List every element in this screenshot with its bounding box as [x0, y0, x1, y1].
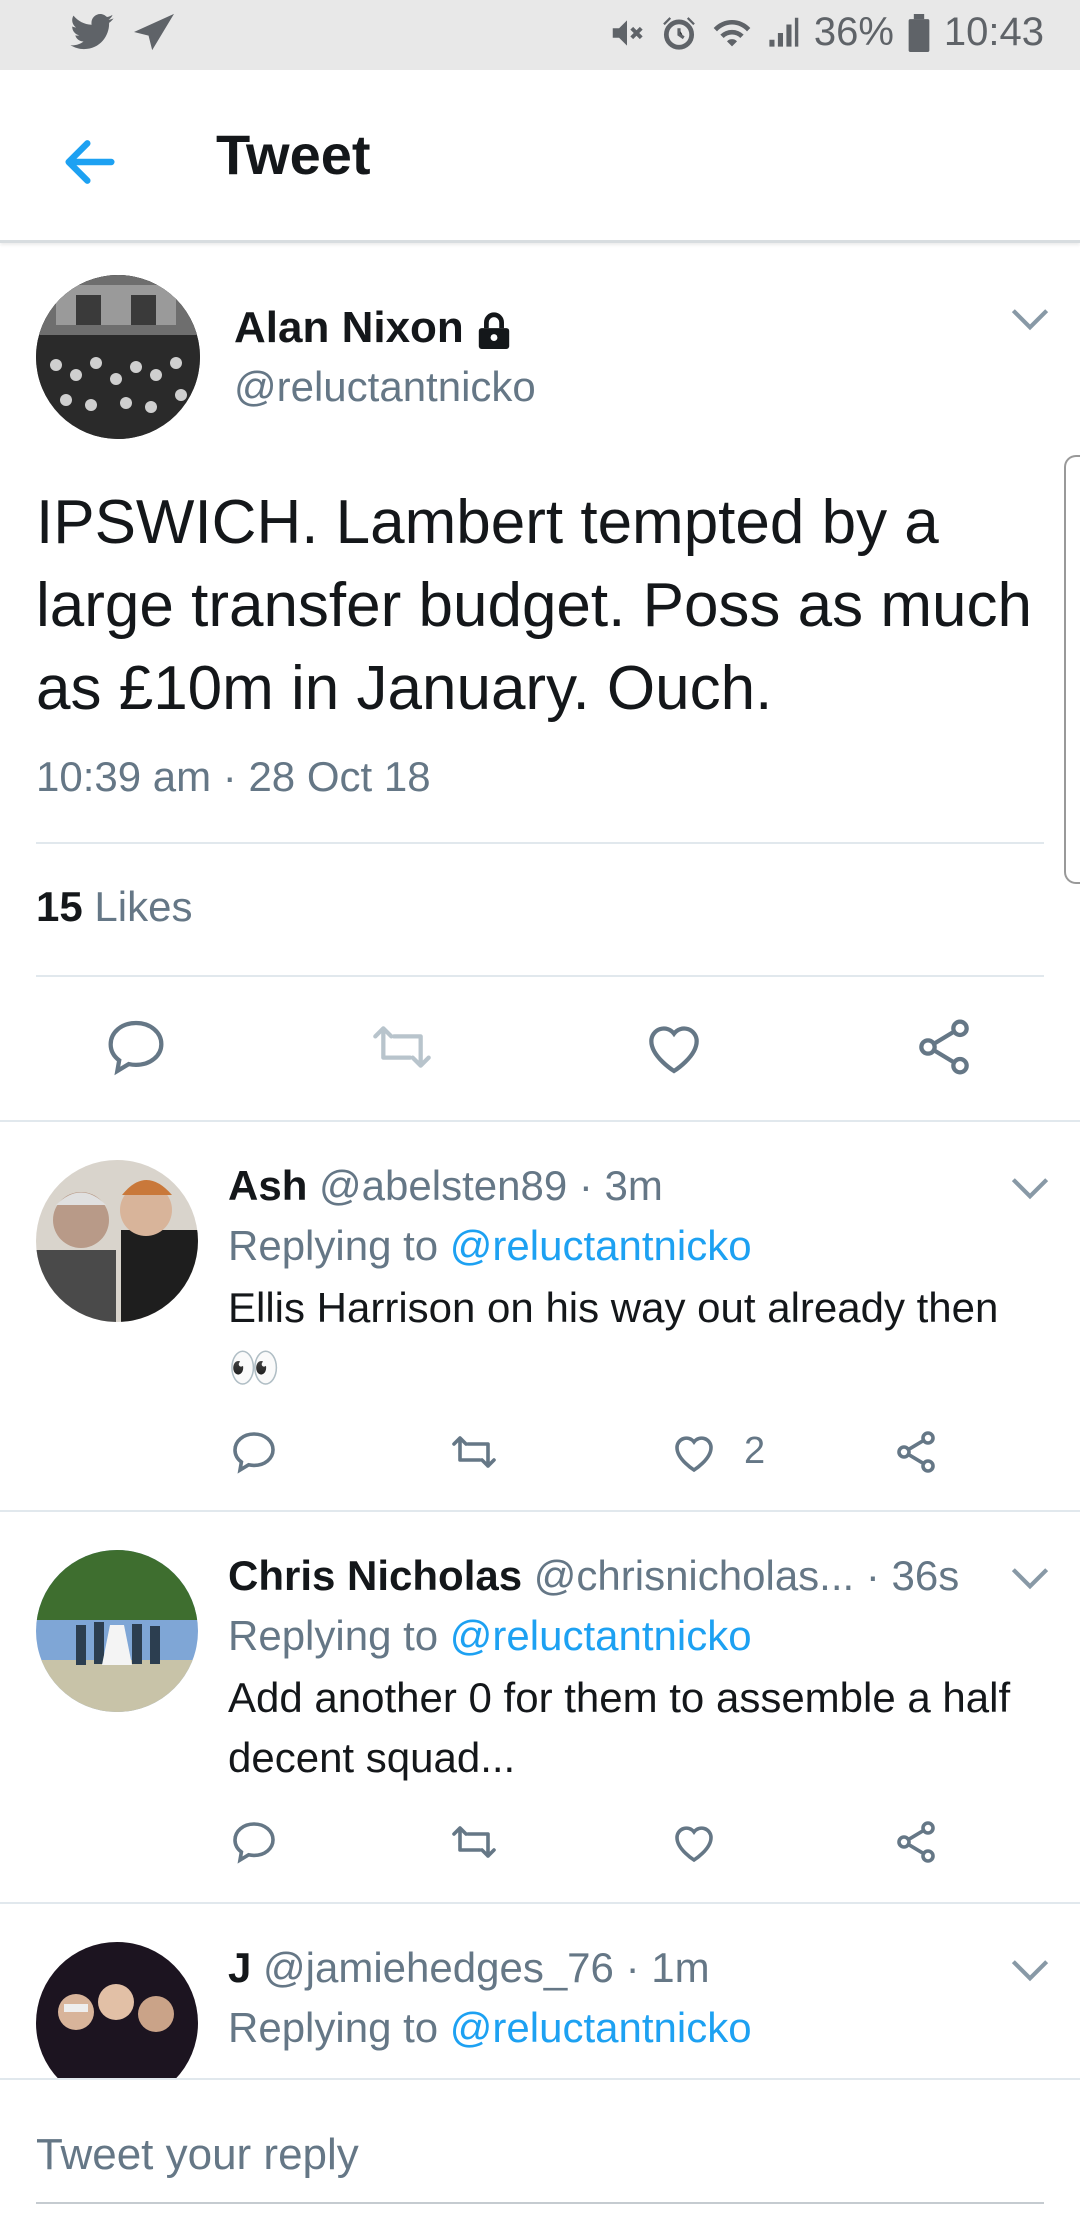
wifi-icon — [713, 19, 751, 46]
like-icon[interactable] — [642, 1015, 706, 1079]
reply-author-name[interactable]: Ash — [228, 1162, 307, 1209]
replying-prefix: Replying to — [228, 1612, 439, 1659]
status-bar: 36% 10:43 — [0, 0, 1080, 70]
reply-text: Ellis Harrison on his way out already th… — [228, 1284, 999, 1391]
reply-author-handle[interactable]: @jamiehedges_76 — [263, 1944, 614, 1991]
retweet-icon[interactable] — [450, 1428, 498, 1476]
avatar[interactable] — [36, 1942, 198, 2080]
likes-stat[interactable]: 15 Likes — [36, 883, 192, 931]
scrollbar[interactable] — [1064, 455, 1080, 884]
reply-age: · 1m — [625, 1944, 710, 1991]
share-icon[interactable] — [912, 1015, 976, 1079]
signal-icon — [769, 17, 799, 47]
avatar[interactable] — [36, 1160, 198, 1322]
reply-header: J @jamiehedges_76 · 1m — [228, 1944, 710, 1992]
retweet-icon[interactable] — [370, 1015, 434, 1079]
replying-to-link[interactable]: @reluctantnicko — [450, 1612, 752, 1659]
input-underline — [36, 2202, 1044, 2204]
replying-prefix: Replying to — [228, 2004, 439, 2051]
replying-to-link[interactable]: @reluctantnicko — [450, 2004, 752, 2051]
twitter-bird-icon — [70, 14, 114, 50]
share-icon[interactable] — [892, 1428, 940, 1476]
retweet-icon[interactable] — [450, 1818, 498, 1866]
like-count: 2 — [744, 1430, 766, 1472]
send-icon — [134, 13, 174, 51]
divider — [36, 842, 1044, 844]
avatar[interactable] — [36, 275, 200, 439]
like-icon[interactable] — [670, 1818, 718, 1866]
chevron-down-icon[interactable] — [1010, 1958, 1050, 1982]
reply-header: Ash @abelsten89 · 3m — [228, 1162, 663, 1210]
avatar[interactable] — [36, 1550, 198, 1712]
battery-icon — [908, 13, 930, 52]
chevron-down-icon[interactable] — [1010, 307, 1050, 331]
reply-tweet[interactable]: J @jamiehedges_76 · 1m Replying to @relu… — [0, 1904, 1080, 2080]
battery-percent: 36% — [813, 10, 894, 54]
likes-label: Likes — [94, 883, 193, 930]
author-handle[interactable]: @reluctantnicko — [234, 363, 536, 411]
replying-to-link[interactable]: @reluctantnicko — [450, 1222, 752, 1269]
reply-input-placeholder[interactable]: Tweet your reply — [36, 2130, 359, 2180]
mute-icon — [612, 19, 643, 46]
author-name[interactable]: Alan Nixon — [234, 303, 512, 353]
reply-age: · 36s — [865, 1552, 960, 1599]
share-icon[interactable] — [892, 1818, 940, 1866]
replying-to: Replying to @reluctantnicko — [228, 2004, 752, 2052]
likes-count: 15 — [36, 883, 83, 930]
replying-to: Replying to @reluctantnicko — [228, 1222, 752, 1270]
app-bar: Tweet — [0, 70, 1080, 243]
reply-tweet[interactable]: Ash @abelsten89 · 3m Replying to @reluct… — [0, 1122, 1080, 1510]
reply-author-handle[interactable]: @chrisnicholas... — [534, 1552, 854, 1599]
clock: 10:43 — [943, 10, 1044, 54]
reply-author-handle[interactable]: @abelsten89 — [319, 1162, 567, 1209]
tweet-text: IPSWICH. Lambert tempted by a large tran… — [36, 488, 1032, 723]
page-title: Tweet — [216, 123, 371, 186]
reply-author-name[interactable]: J — [228, 1944, 251, 1991]
reply-age: · 3m — [578, 1162, 663, 1209]
reply-icon[interactable] — [104, 1015, 168, 1079]
replying-prefix: Replying to — [228, 1222, 439, 1269]
replying-to: Replying to @reluctantnicko — [228, 1612, 752, 1660]
back-arrow-icon[interactable] — [58, 130, 122, 194]
main-tweet: Alan Nixon @reluctantnicko IPSWICH. Lamb… — [0, 243, 1080, 1123]
reply-author-name[interactable]: Chris Nicholas — [228, 1552, 522, 1599]
chevron-down-icon[interactable] — [1010, 1176, 1050, 1200]
reply-icon[interactable] — [230, 1818, 278, 1866]
author-name-text: Alan Nixon — [234, 303, 464, 352]
alarm-icon — [662, 16, 695, 50]
reply-text: Add another 0 for them to assemble a hal… — [228, 1674, 1011, 1781]
chevron-down-icon[interactable] — [1010, 1566, 1050, 1590]
lock-icon — [478, 312, 509, 350]
like-icon[interactable] — [670, 1428, 718, 1476]
reply-icon[interactable] — [230, 1428, 278, 1476]
reply-tweet[interactable]: Chris Nicholas @chrisnicholas... · 36s R… — [0, 1512, 1080, 1902]
reply-header: Chris Nicholas @chrisnicholas... · 36s — [228, 1552, 959, 1600]
tweet-timestamp: 10:39 am · 28 Oct 18 — [36, 753, 431, 800]
divider — [36, 975, 1044, 977]
reply-composer[interactable]: Tweet your reply — [0, 2078, 1080, 2222]
